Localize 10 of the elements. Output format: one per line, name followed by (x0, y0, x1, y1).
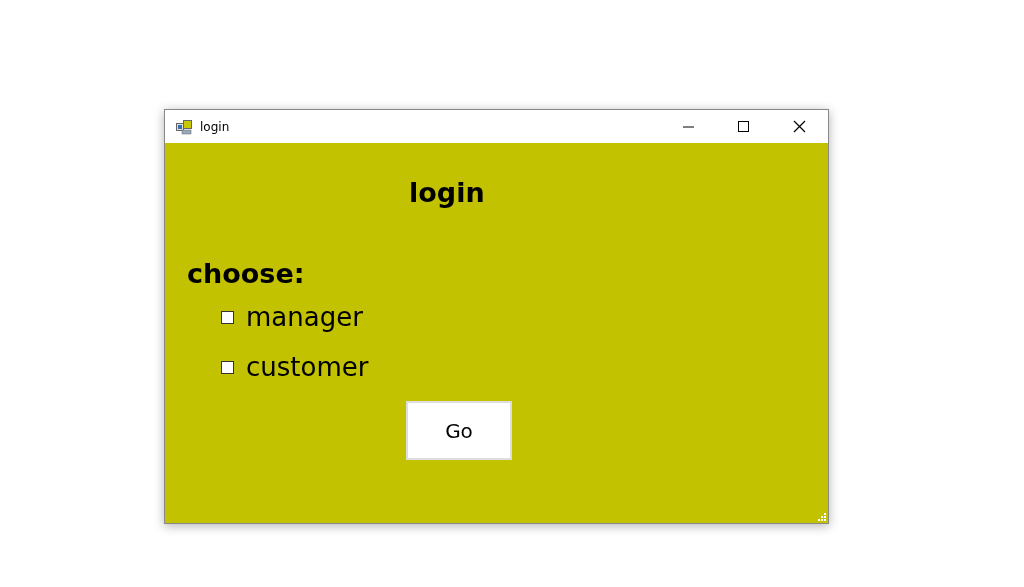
checkbox-label[interactable]: manager (246, 302, 363, 332)
checkbox[interactable] (221, 360, 234, 374)
app-icon (176, 118, 192, 135)
go-button[interactable]: Go (406, 401, 512, 460)
checkbox[interactable] (221, 310, 234, 324)
form-heading: login (409, 177, 485, 208)
prompt-label: choose: (187, 258, 305, 289)
resize-grip-icon[interactable] (817, 512, 827, 522)
window-title: login (200, 119, 230, 134)
checkbox-label[interactable]: customer (246, 352, 369, 382)
